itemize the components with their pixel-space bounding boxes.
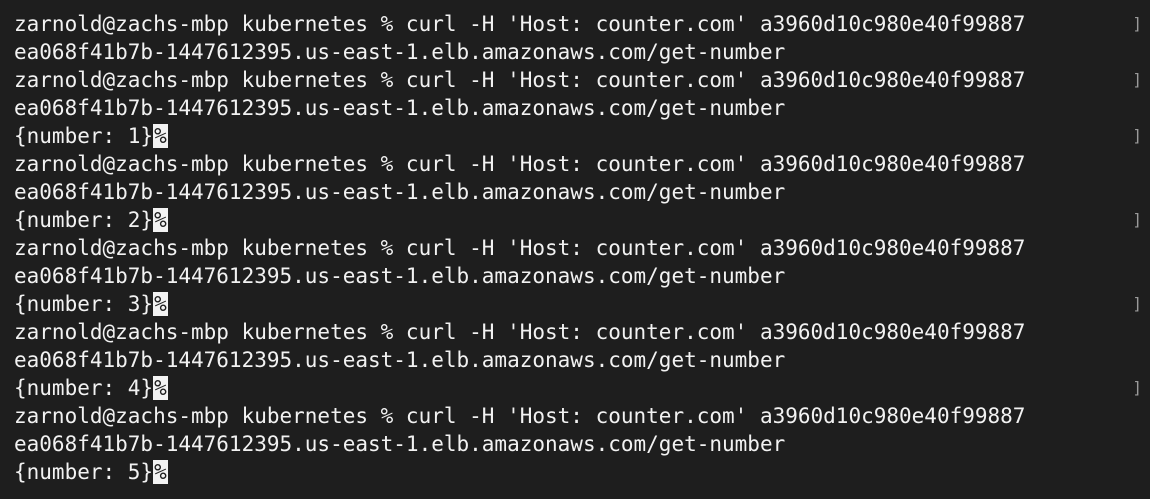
- line-wrap-marker: ]: [1132, 70, 1142, 89]
- command-continuation: ea068f41b7b-1447612395.us-east-1.elb.ama…: [14, 40, 786, 64]
- output-text: {number: 1}: [14, 124, 154, 148]
- output-text: {number: 5}: [14, 460, 154, 484]
- end-of-line-marker: %: [153, 376, 168, 400]
- output-line: {number: 4}%: [14, 374, 168, 402]
- command-continuation: ea068f41b7b-1447612395.us-east-1.elb.ama…: [14, 348, 786, 372]
- command-continuation: ea068f41b7b-1447612395.us-east-1.elb.ama…: [14, 180, 786, 204]
- end-of-line-marker: %: [153, 460, 168, 484]
- command-continuation: ea068f41b7b-1447612395.us-east-1.elb.ama…: [14, 432, 786, 456]
- terminal-window[interactable]: zarnold@zachs-mbp kubernetes % curl -H '…: [0, 0, 1150, 499]
- command-continuation: ea068f41b7b-1447612395.us-east-1.elb.ama…: [14, 96, 786, 120]
- command-line: zarnold@zachs-mbp kubernetes % curl -H '…: [14, 236, 1026, 260]
- output-text: {number: 3}: [14, 292, 154, 316]
- line-wrap-marker: ]: [1132, 14, 1142, 33]
- output-text: {number: 2}: [14, 208, 154, 232]
- command-continuation: ea068f41b7b-1447612395.us-east-1.elb.ama…: [14, 264, 786, 288]
- line-wrap-marker: ]: [1132, 378, 1142, 397]
- line-wrap-marker: ]: [1132, 294, 1142, 313]
- command-line: zarnold@zachs-mbp kubernetes % curl -H '…: [14, 152, 1026, 176]
- command-line: zarnold@zachs-mbp kubernetes % curl -H '…: [14, 12, 1026, 36]
- line-wrap-marker: ]: [1132, 210, 1142, 229]
- line-wrap-marker: ]: [1132, 126, 1142, 145]
- output-line: {number: 2}%: [14, 206, 168, 234]
- command-line: zarnold@zachs-mbp kubernetes % curl -H '…: [14, 320, 1026, 344]
- end-of-line-marker: %: [153, 208, 168, 232]
- output-text: {number: 4}: [14, 376, 154, 400]
- command-line: zarnold@zachs-mbp kubernetes % curl -H '…: [14, 404, 1026, 428]
- command-line: zarnold@zachs-mbp kubernetes % curl -H '…: [14, 68, 1026, 92]
- output-line: {number: 1}%: [14, 122, 168, 150]
- output-line: {number: 3}%: [14, 290, 168, 318]
- output-line: {number: 5}%: [14, 458, 168, 486]
- end-of-line-marker: %: [153, 292, 168, 316]
- end-of-line-marker: %: [153, 124, 168, 148]
